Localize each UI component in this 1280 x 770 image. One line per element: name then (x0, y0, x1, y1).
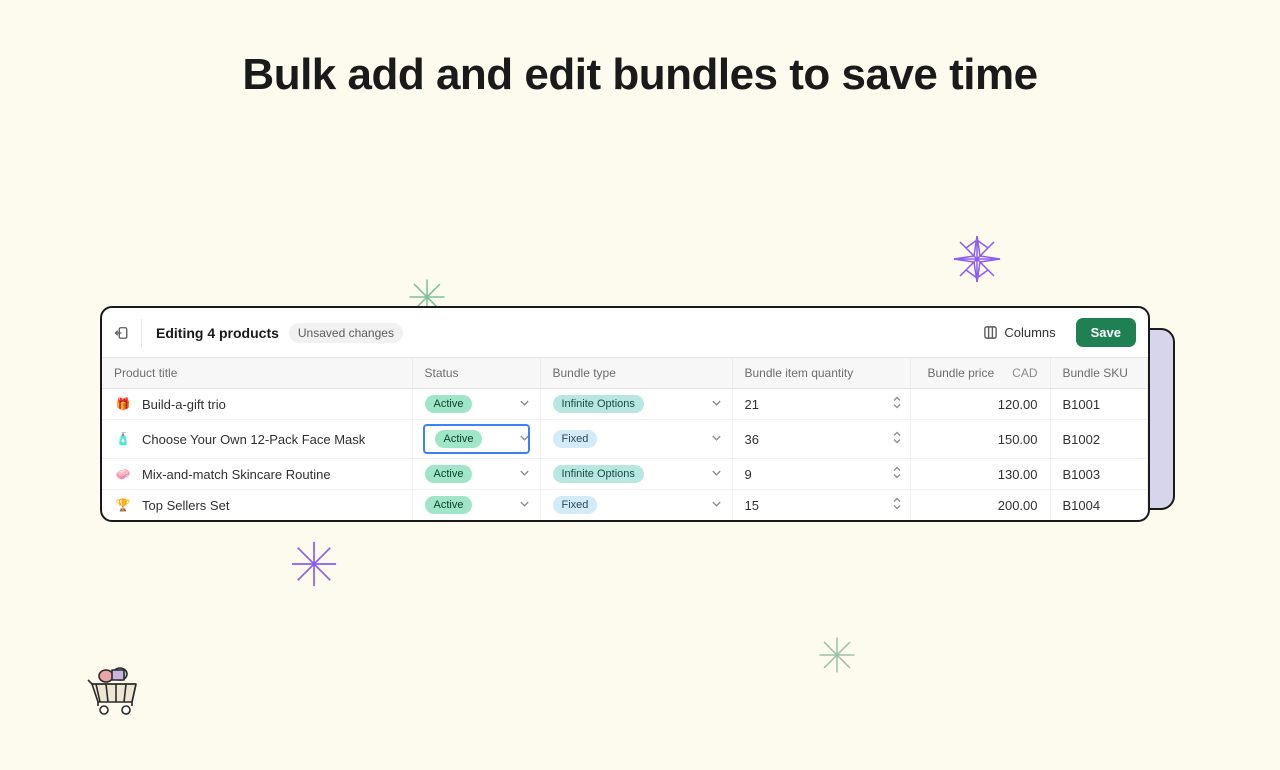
table-row: 🏆 Top Sellers Set Active Fixed 15 200.00… (102, 490, 1148, 521)
product-title-cell[interactable]: 🎁 Build-a-gift trio (102, 389, 412, 420)
product-title: Mix-and-match Skincare Routine (142, 467, 331, 482)
chevron-down-icon (519, 498, 530, 513)
product-thumb-icon: 🧴 (114, 430, 132, 448)
quantity-input[interactable]: 15 (732, 490, 910, 521)
status-badge: Active (425, 395, 473, 413)
price-cell[interactable]: 120.00 (910, 389, 1050, 420)
status-select[interactable]: Active (412, 420, 540, 459)
bundle-type-select[interactable]: Fixed (540, 490, 732, 521)
exit-icon[interactable] (114, 319, 142, 347)
quantity-value: 9 (745, 467, 752, 482)
shopping-cart-doodle-icon (84, 662, 146, 720)
type-badge: Infinite Options (553, 465, 644, 483)
status-badge: Active (425, 496, 473, 514)
chevron-down-icon (711, 498, 722, 513)
chevron-down-icon (711, 397, 722, 412)
status-badge: Active (435, 430, 483, 448)
status-select[interactable]: Active (412, 490, 540, 521)
bundle-type-select[interactable]: Infinite Options (540, 459, 732, 490)
product-title-cell[interactable]: 🏆 Top Sellers Set (102, 490, 412, 521)
col-header-sku: Bundle SKU (1050, 358, 1148, 389)
product-thumb-icon: 🧼 (114, 465, 132, 483)
card-header: Editing 4 products Unsaved changes Colum… (102, 308, 1148, 358)
product-thumb-icon: 🏆 (114, 496, 132, 514)
bulk-editor-card: Editing 4 products Unsaved changes Colum… (100, 306, 1150, 522)
chevron-down-icon (519, 467, 530, 482)
status-select[interactable]: Active (412, 389, 540, 420)
columns-button[interactable]: Columns (973, 319, 1065, 346)
price-cell[interactable]: 150.00 (910, 420, 1050, 459)
sku-cell[interactable]: B1002 (1050, 420, 1148, 459)
chevron-down-icon (519, 432, 530, 447)
bundle-table: Product title Status Bundle type Bundle … (102, 358, 1148, 520)
product-thumb-icon: 🎁 (114, 395, 132, 413)
type-badge: Fixed (553, 496, 598, 514)
unsaved-changes-badge: Unsaved changes (289, 323, 403, 343)
sku-cell[interactable]: B1004 (1050, 490, 1148, 521)
status-badge: Active (425, 465, 473, 483)
columns-label: Columns (1004, 325, 1055, 340)
sku-cell[interactable]: B1003 (1050, 459, 1148, 490)
col-header-status: Status (412, 358, 540, 389)
chevron-down-icon (711, 467, 722, 482)
table-row: 🎁 Build-a-gift trio Active Infinite Opti… (102, 389, 1148, 420)
col-header-type: Bundle type (540, 358, 732, 389)
stepper-icon[interactable] (892, 497, 902, 514)
sku-cell[interactable]: B1001 (1050, 389, 1148, 420)
status-select[interactable]: Active (412, 459, 540, 490)
stepper-icon[interactable] (892, 431, 902, 448)
quantity-input[interactable]: 36 (732, 420, 910, 459)
product-title: Top Sellers Set (142, 498, 229, 513)
col-header-title: Product title (102, 358, 412, 389)
table-row: 🧼 Mix-and-match Skincare Routine Active … (102, 459, 1148, 490)
quantity-input[interactable]: 9 (732, 459, 910, 490)
product-title-cell[interactable]: 🧼 Mix-and-match Skincare Routine (102, 459, 412, 490)
product-title-cell[interactable]: 🧴 Choose Your Own 12-Pack Face Mask (102, 420, 412, 459)
col-header-qty: Bundle item quantity (732, 358, 910, 389)
product-title: Choose Your Own 12-Pack Face Mask (142, 432, 365, 447)
price-cell[interactable]: 200.00 (910, 490, 1050, 521)
stepper-icon[interactable] (892, 396, 902, 413)
page-headline: Bulk add and edit bundles to save time (0, 50, 1280, 100)
quantity-input[interactable]: 21 (732, 389, 910, 420)
quantity-value: 15 (745, 498, 759, 513)
quantity-value: 21 (745, 397, 759, 412)
price-cell[interactable]: 130.00 (910, 459, 1050, 490)
quantity-value: 36 (745, 432, 759, 447)
sparkle-icon (952, 234, 1002, 284)
type-badge: Infinite Options (553, 395, 644, 413)
editing-title: Editing 4 products (156, 325, 279, 341)
sparkle-icon (290, 540, 338, 588)
sparkle-icon (818, 636, 856, 674)
chevron-down-icon (519, 397, 530, 412)
type-badge: Fixed (553, 430, 598, 448)
bundle-type-select[interactable]: Fixed (540, 420, 732, 459)
save-button[interactable]: Save (1076, 318, 1136, 347)
columns-icon (983, 325, 998, 340)
col-header-price: Bundle priceCAD (910, 358, 1050, 389)
bundle-type-select[interactable]: Infinite Options (540, 389, 732, 420)
chevron-down-icon (711, 432, 722, 447)
product-title: Build-a-gift trio (142, 397, 226, 412)
table-row: 🧴 Choose Your Own 12-Pack Face Mask Acti… (102, 420, 1148, 459)
stepper-icon[interactable] (892, 466, 902, 483)
